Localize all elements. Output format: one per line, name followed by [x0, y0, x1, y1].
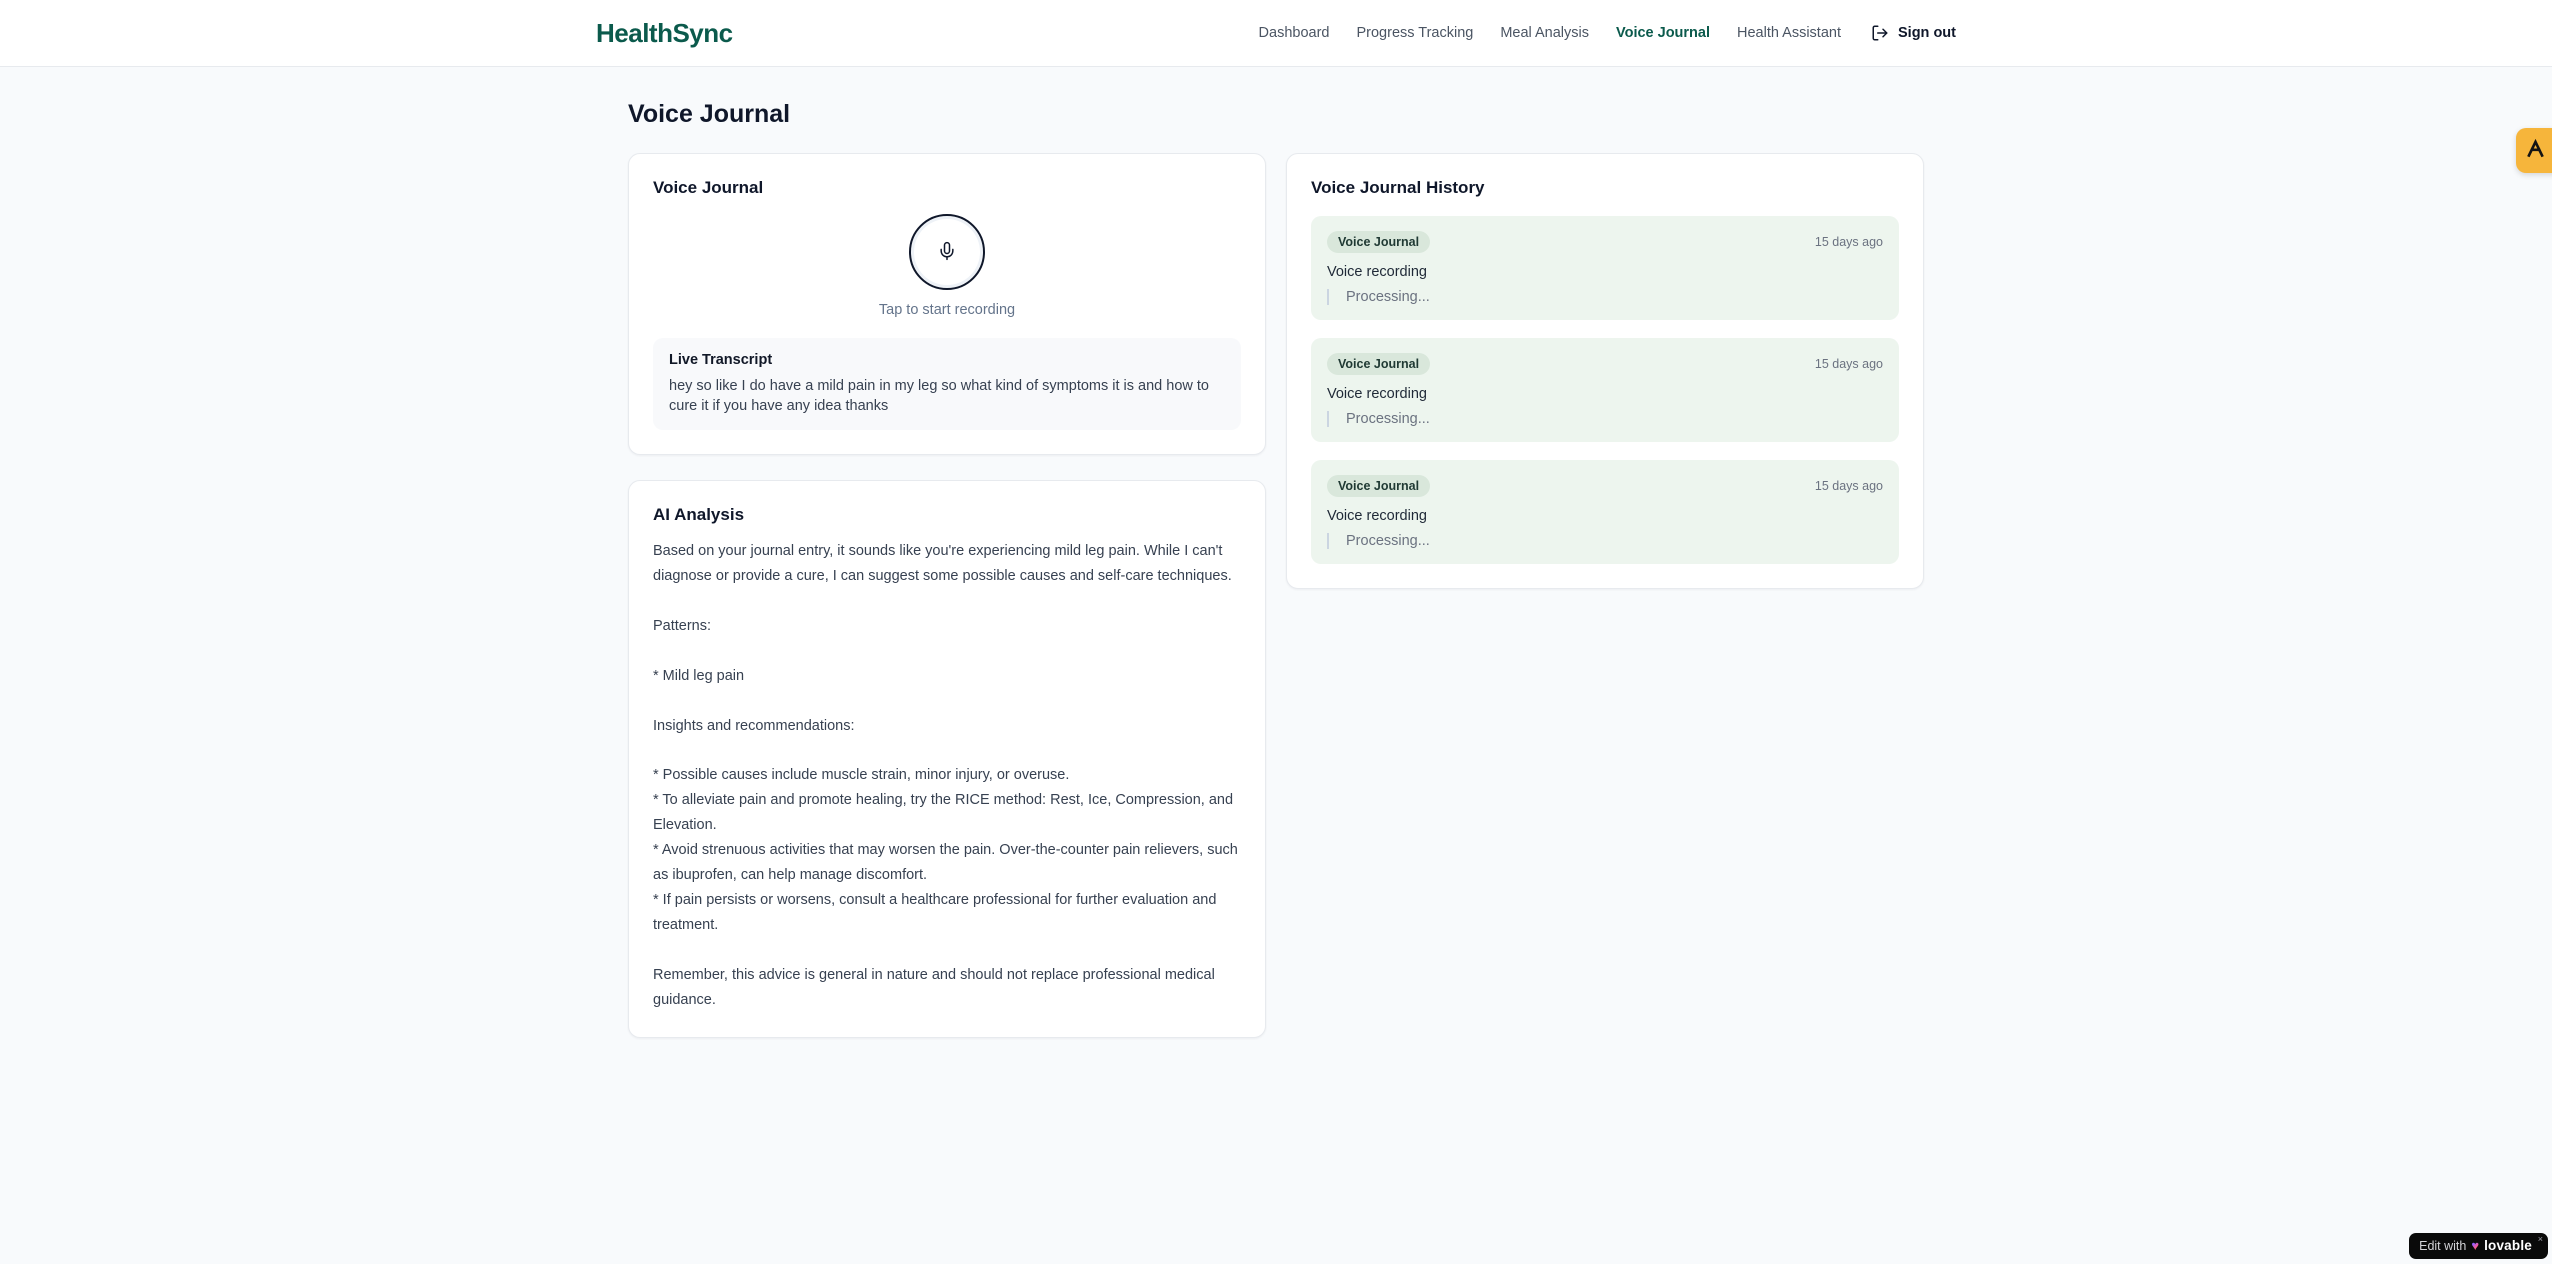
- history-item-badge: Voice Journal: [1327, 475, 1431, 497]
- history-item[interactable]: Voice Journal 15 days ago Voice recordin…: [1311, 216, 1899, 320]
- sign-out-button[interactable]: Sign out: [1871, 24, 1956, 42]
- a-logo-icon: [2525, 138, 2546, 164]
- history-item-title: Voice recording: [1327, 264, 1427, 280]
- side-panel-toggle-button[interactable]: [2516, 128, 2552, 173]
- main-nav: Dashboard Progress Tracking Meal Analysi…: [1259, 25, 1841, 41]
- history-item-title: Voice recording: [1327, 386, 1427, 402]
- nav-item-meal-analysis[interactable]: Meal Analysis: [1500, 25, 1589, 41]
- voice-journal-history-card: Voice Journal History Voice Journal 15 d…: [1286, 153, 1924, 589]
- recorder-card-title: Voice Journal: [653, 178, 764, 197]
- history-item-badge: Voice Journal: [1327, 231, 1431, 253]
- live-transcript-title: Live Transcript: [669, 352, 773, 368]
- sign-out-label: Sign out: [1898, 25, 1956, 41]
- nav-item-progress-tracking[interactable]: Progress Tracking: [1356, 25, 1473, 41]
- nav-item-dashboard[interactable]: Dashboard: [1259, 25, 1330, 41]
- nav-item-voice-journal[interactable]: Voice Journal: [1616, 25, 1710, 41]
- log-out-icon: [1871, 24, 1889, 42]
- main-content: Voice Journal Voice Journal Tap to start…: [628, 67, 1924, 1038]
- edit-with-lovable-badge[interactable]: Edit with ♥ lovable ×: [2409, 1233, 2548, 1259]
- history-item[interactable]: Voice Journal 15 days ago Voice recordin…: [1311, 338, 1899, 442]
- history-card-title: Voice Journal History: [1311, 178, 1485, 197]
- ai-analysis-card: AI Analysis Based on your journal entry,…: [628, 480, 1266, 1038]
- app-header: HealthSync Dashboard Progress Tracking M…: [0, 0, 2552, 67]
- record-button[interactable]: [909, 214, 985, 290]
- app-logo[interactable]: HealthSync: [596, 18, 733, 49]
- voice-recorder-card: Voice Journal Tap to start recording Liv…: [628, 153, 1266, 455]
- history-item-time: 15 days ago: [1814, 235, 1883, 249]
- ai-analysis-body: Based on your journal entry, it sounds l…: [653, 543, 1238, 1008]
- heart-icon: ♥: [2471, 1238, 2480, 1253]
- history-item[interactable]: Voice Journal 15 days ago Voice recordin…: [1311, 460, 1899, 564]
- history-item-time: 15 days ago: [1814, 357, 1883, 371]
- history-item-status: Processing...: [1327, 533, 1883, 549]
- ai-analysis-title: AI Analysis: [653, 505, 745, 524]
- live-transcript-box: Live Transcript hey so like I do have a …: [653, 338, 1241, 430]
- history-item-time: 15 days ago: [1814, 479, 1883, 493]
- close-icon[interactable]: ×: [2538, 1234, 2543, 1244]
- history-item-title: Voice recording: [1327, 508, 1427, 524]
- tap-to-record-hint: Tap to start recording: [878, 302, 1016, 318]
- edit-with-label: Edit with: [2419, 1238, 2467, 1253]
- lovable-brand-label: lovable: [2484, 1238, 2532, 1253]
- microphone-icon: [937, 241, 957, 264]
- nav-item-health-assistant[interactable]: Health Assistant: [1737, 25, 1841, 41]
- page-title: Voice Journal: [628, 100, 791, 128]
- history-item-badge: Voice Journal: [1327, 353, 1431, 375]
- left-column: Voice Journal Tap to start recording Liv…: [628, 153, 1266, 1038]
- history-item-status: Processing...: [1327, 289, 1883, 305]
- right-column: Voice Journal History Voice Journal 15 d…: [1286, 153, 1924, 589]
- history-item-status: Processing...: [1327, 411, 1883, 427]
- live-transcript-text: hey so like I do have a mild pain in my …: [669, 378, 1209, 414]
